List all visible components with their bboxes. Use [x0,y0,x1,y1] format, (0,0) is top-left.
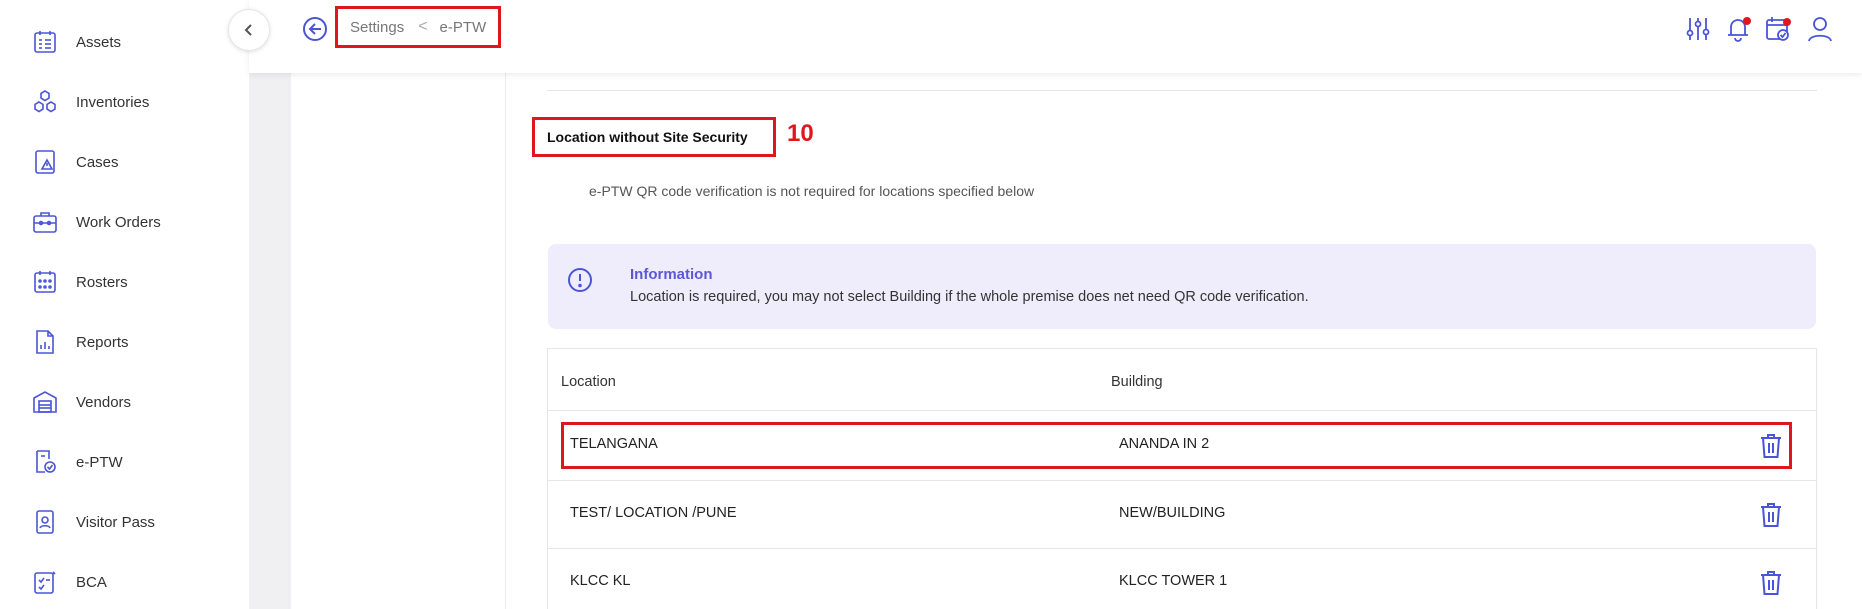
sidebar-item-label: Visitor Pass [76,513,155,531]
eptw-icon [30,447,60,477]
tasks-button[interactable] [1763,14,1793,44]
trash-icon [1761,571,1781,595]
breadcrumb-separator: < [418,18,428,35]
sidebar-item-label: Inventories [76,93,150,111]
section-description: e-PTW QR code verification is not requir… [589,183,1035,199]
vendors-icon [30,387,60,417]
info-icon [566,266,594,294]
information-title: Information [630,266,713,283]
breadcrumb: Settings < e-PTW [335,6,501,48]
chevron-left-icon [244,24,252,36]
column-header-location: Location [561,374,616,390]
sidebar-item-vendors[interactable]: Vendors [0,380,249,424]
rosters-icon [30,267,60,297]
sidebar-item-work-orders[interactable]: Work Orders [0,200,249,244]
bca-icon [30,567,60,597]
delete-row-button[interactable] [1759,502,1783,528]
table-cell-building: ANANDA IN 2 [1119,436,1210,452]
sidebar-item-label: Cases [76,153,119,171]
sidebar-item-visitor-pass[interactable]: Visitor Pass [0,500,249,544]
section-title-text: Location without Site Security [547,129,748,145]
section-title: Location without Site Security [532,117,776,157]
assets-icon [30,27,60,57]
sidebar-item-label: e-PTW [76,453,123,471]
notification-dot [1743,17,1751,25]
table-cell-location: TELANGANA [570,436,658,452]
filter-settings-button[interactable] [1683,14,1713,44]
sidebar-item-label: Vendors [76,393,132,411]
breadcrumb-current: e-PTW [439,18,487,36]
column-header-building: Building [1111,374,1163,390]
header-divider [548,410,1816,411]
sidebar-item-rosters[interactable]: Rosters [0,260,249,304]
sidebar: Assets Inventories Cases Work Orders Ros… [0,0,249,609]
sidebar-item-label: Reports [76,333,129,351]
sidebar-item-label: Work Orders [76,213,161,231]
user-icon [1808,17,1832,42]
cases-icon [30,147,60,177]
content-divider [505,73,506,609]
locations-table: Location Building TELANGANA ANANDA IN 2 … [547,348,1817,609]
delete-row-button[interactable] [1759,570,1783,596]
sidebar-item-label: BCA [76,573,107,591]
information-banner: Information Location is required, you ma… [548,244,1816,329]
sidebar-item-label: Rosters [76,273,128,291]
collapse-sidebar-button[interactable] [228,9,270,51]
work-orders-icon [30,207,60,237]
sidebar-item-reports[interactable]: Reports [0,320,249,364]
trash-icon [1761,503,1781,527]
row-divider [548,480,1816,481]
sliders-icon [1686,18,1710,40]
inventories-icon [30,87,60,117]
delete-row-button[interactable] [1759,433,1783,459]
sidebar-item-inventories[interactable]: Inventories [0,80,249,124]
visitor-pass-icon [30,507,60,537]
trash-icon [1761,434,1781,458]
sidebar-item-assets[interactable]: Assets [0,20,249,64]
back-button[interactable] [302,16,328,42]
annotation-number: 10 [787,120,814,147]
top-bar: Settings < e-PTW [249,0,1862,73]
sidebar-item-cases[interactable]: Cases [0,140,249,184]
sidebar-item-eptw[interactable]: e-PTW [0,440,249,484]
table-cell-building: KLCC TOWER 1 [1119,573,1228,589]
table-cell-building: NEW/BUILDING [1119,505,1226,521]
tasks-dot [1783,18,1791,26]
reports-icon [30,327,60,357]
sidebar-item-label: Assets [76,33,122,51]
breadcrumb-settings[interactable]: Settings [350,19,404,36]
table-cell-location: KLCC KL [570,573,631,589]
table-cell-location: TEST/ LOCATION /PUNE [570,505,737,521]
notifications-button[interactable] [1723,14,1753,44]
information-text: Location is required, you may not select… [630,289,1309,305]
back-arrow-icon [303,17,327,41]
user-profile-button[interactable] [1805,14,1835,44]
sidebar-item-bca[interactable]: BCA [0,560,249,604]
row-divider [548,548,1816,549]
section-divider [547,90,1817,91]
